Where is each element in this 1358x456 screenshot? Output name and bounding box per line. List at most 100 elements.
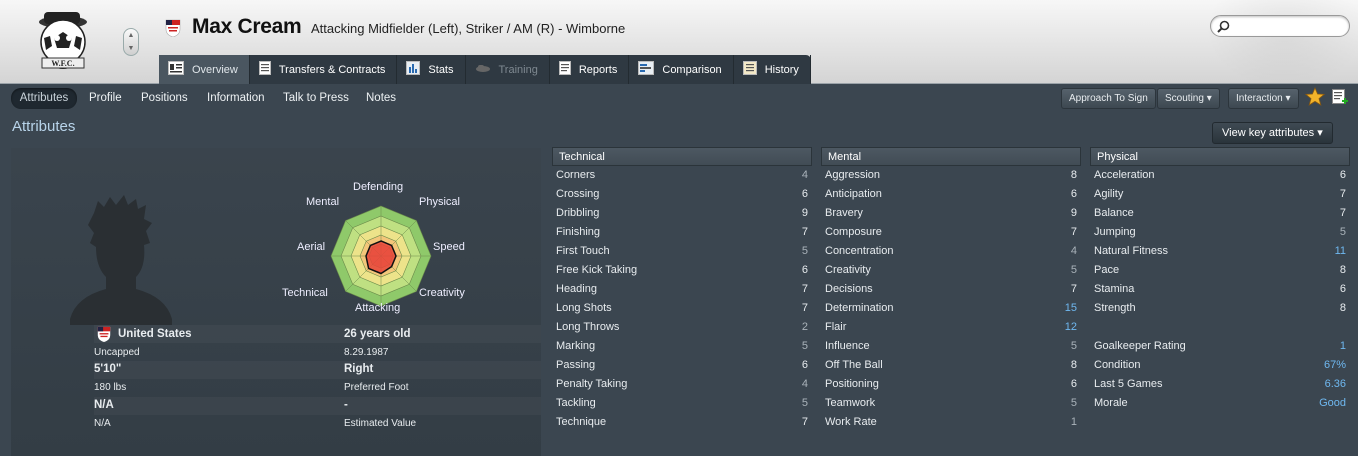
attribute-row[interactable]: Heading 7	[552, 280, 812, 299]
attribute-row[interactable]: Morale Good	[1090, 394, 1350, 413]
attribute-row[interactable]: Technique 7	[552, 413, 812, 432]
attribute-row[interactable]: Composure 7	[821, 223, 1081, 242]
attribute-row[interactable]: Balance 7	[1090, 204, 1350, 223]
attribute-row[interactable]: Dribbling 9	[552, 204, 812, 223]
attribute-value: 11	[1334, 245, 1346, 257]
subtab-talk-to-press[interactable]: Talk to Press	[283, 88, 349, 109]
attribute-name: Strength	[1094, 302, 1136, 314]
attribute-value: 15	[1064, 302, 1077, 314]
info-row: N/A -	[94, 397, 541, 415]
attribute-row[interactable]: Off The Ball 8	[821, 356, 1081, 375]
attribute-row[interactable]: Marking 5	[552, 337, 812, 356]
attribute-row[interactable]: Passing 6	[552, 356, 812, 375]
attribute-row[interactable]: Bravery 9	[821, 204, 1081, 223]
attribute-value: 6.36	[1324, 378, 1346, 390]
technical-header: Technical	[552, 147, 812, 166]
attribute-value: 5	[1070, 397, 1077, 409]
attribute-row[interactable]: Concentration 4	[821, 242, 1081, 261]
attribute-value: 9	[1070, 207, 1077, 219]
attribute-row[interactable]: Long Shots 7	[552, 299, 812, 318]
search-icon	[1217, 20, 1230, 36]
shortlist-star-icon[interactable]	[1304, 86, 1326, 110]
attribute-row[interactable]: Creativity 5	[821, 261, 1081, 280]
history-icon	[742, 61, 757, 78]
age: 26 years old	[344, 328, 411, 340]
attribute-name: Passing	[556, 359, 596, 371]
physical-rows: Acceleration 6 Agility 7 Balance 7 Jumping 5 Nat…	[1090, 166, 1350, 318]
subtab-profile[interactable]: Profile	[89, 88, 122, 109]
mental-header: Mental	[821, 147, 1081, 166]
attribute-row[interactable]: Crossing 6	[552, 185, 812, 204]
attribute-row[interactable]: Determination 15	[821, 299, 1081, 318]
subtab-attributes[interactable]: Attributes	[11, 88, 77, 109]
radar-label-aerial: Aerial	[297, 241, 326, 253]
attribute-name: Natural Fitness	[1094, 245, 1168, 257]
search-input[interactable]	[1210, 15, 1350, 37]
attribute-row[interactable]: Work Rate 1	[821, 413, 1081, 432]
attribute-row[interactable]: Long Throws 2	[552, 318, 812, 337]
attribute-row[interactable]: Condition 67%	[1090, 356, 1350, 375]
attribute-name: Bravery	[825, 207, 863, 219]
attribute-row[interactable]: Anticipation 6	[821, 185, 1081, 204]
header: W.F.C. ▲ ▼ Max Cream Attacking Midfielder…	[0, 0, 1358, 90]
subtab-positions[interactable]: Positions	[141, 88, 188, 109]
radar-label-creativity: Creativity	[419, 287, 465, 299]
attribute-row[interactable]: Aggression 8	[821, 166, 1081, 185]
attribute-row[interactable]: Last 5 Games 6.36	[1090, 375, 1350, 394]
attribute-name: Flair	[825, 321, 847, 333]
scouting-dropdown[interactable]: Scouting ▾	[1157, 88, 1220, 109]
attribute-row[interactable]: Natural Fitness 11	[1090, 242, 1350, 261]
attribute-row[interactable]: Finishing 7	[552, 223, 812, 242]
tab-training[interactable]: Training	[466, 55, 550, 84]
attribute-name: Crossing	[556, 188, 600, 200]
technical-rows: Corners 4 Crossing 6 Dribbling 9 Finishing 7 Fir…	[552, 166, 812, 432]
attribute-row[interactable]: Free Kick Taking 6	[552, 261, 812, 280]
attribute-row[interactable]: Positioning 6	[821, 375, 1081, 394]
subtab-information[interactable]: Information	[207, 88, 265, 109]
approach-to-sign-button[interactable]: Approach To Sign	[1061, 88, 1156, 109]
attribute-row[interactable]: Decisions 7	[821, 280, 1081, 299]
interaction-dropdown[interactable]: Interaction ▾	[1228, 88, 1299, 109]
tab-stats[interactable]: Stats	[397, 55, 466, 84]
attribute-value: 7	[801, 302, 808, 314]
attribute-row[interactable]: Stamina 6	[1090, 280, 1350, 299]
attribute-name: Penalty Taking	[556, 378, 628, 390]
attribute-row[interactable]: Goalkeeper Rating 1	[1090, 337, 1350, 356]
attribute-value: 1	[1070, 416, 1077, 428]
attribute-name: Marking	[556, 340, 596, 352]
attribute-name: Agility	[1094, 188, 1124, 200]
attribute-value: 2	[801, 321, 808, 333]
attribute-row[interactable]: Penalty Taking 4	[552, 375, 812, 394]
attribute-row[interactable]: Acceleration 6	[1090, 166, 1350, 185]
tab-comparison[interactable]: Comparison	[629, 55, 734, 84]
attribute-row[interactable]: Jumping 5	[1090, 223, 1350, 242]
club-logo[interactable]: W.F.C.	[30, 8, 96, 74]
attribute-row[interactable]: Tackling 5	[552, 394, 812, 413]
view-key-attributes-button[interactable]: View key attributes ▾	[1212, 122, 1333, 144]
tab-history[interactable]: History	[734, 55, 811, 84]
stats-icon	[406, 61, 421, 78]
tab-transfers-contracts[interactable]: Transfers & Contracts	[250, 55, 398, 84]
player-navigation-arrows[interactable]: ▲ ▼	[123, 28, 139, 56]
nationality[interactable]: United States	[118, 328, 192, 340]
player-summary-panel: Defending Physical Speed Creativity Atta…	[11, 148, 541, 456]
tab-reports[interactable]: Reports	[550, 55, 630, 84]
approach-label: Approach To Sign	[1069, 93, 1148, 104]
tab-overview[interactable]: Overview	[159, 55, 250, 84]
subtab-notes[interactable]: Notes	[366, 88, 396, 109]
attribute-row[interactable]: Pace 8	[1090, 261, 1350, 280]
attribute-row[interactable]: Influence 5	[821, 337, 1081, 356]
attribute-row[interactable]: Strength 8	[1090, 299, 1350, 318]
nation-flag-icon	[96, 326, 112, 345]
weight: 180 lbs	[94, 382, 127, 393]
attribute-row[interactable]: First Touch 5	[552, 242, 812, 261]
technical-attributes-panel: Technical Corners 4 Crossing 6 Dribbling 9 Fin…	[552, 147, 812, 456]
add-note-icon[interactable]	[1332, 89, 1348, 109]
attribute-row[interactable]: Corners 4	[552, 166, 812, 185]
attribute-name: Dribbling	[556, 207, 600, 219]
attribute-row[interactable]: Agility 7	[1090, 185, 1350, 204]
attribute-row[interactable]: Flair 12	[821, 318, 1081, 337]
attribute-name: Aggression	[825, 169, 881, 181]
attribute-row[interactable]: Teamwork 5	[821, 394, 1081, 413]
attribute-value: 9	[801, 207, 808, 219]
